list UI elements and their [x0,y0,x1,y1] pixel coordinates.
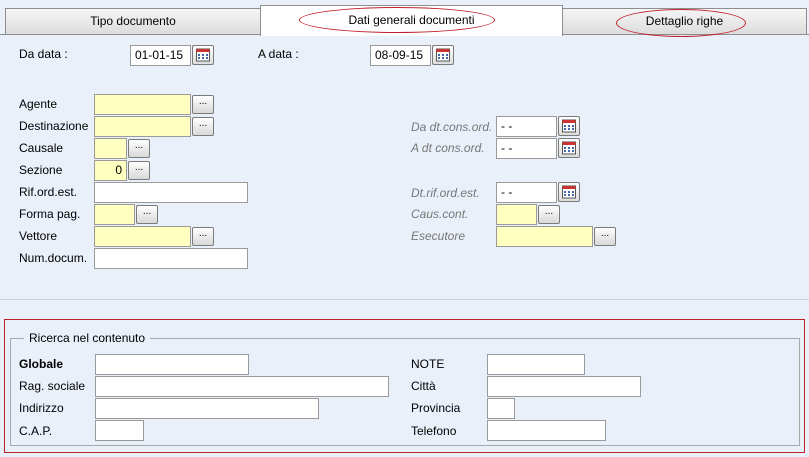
to-date-field[interactable]: 08-09-15 [370,45,431,66]
tab-divider [0,34,260,35]
cap-label: C.A.P. [19,424,53,438]
rif-ord-est-label: Rif.ord.est. [19,185,78,199]
causale-label: Causale [19,141,64,155]
section-divider [0,299,809,300]
dt-rif-ord-est-field[interactable]: - - [496,182,557,203]
provincia-field[interactable] [487,398,515,419]
note-label: NOTE [411,357,445,371]
destinazione-label: Destinazione [19,119,89,133]
from-date-label: Da data : [19,47,68,61]
agente-field[interactable] [94,94,191,115]
caus-cont-lookup-button[interactable]: ... [538,205,560,224]
forma-pag-lookup-button[interactable]: ... [136,205,158,224]
dt-rif-ord-est-calendar-button[interactable] [558,182,580,202]
destinazione-lookup-button[interactable]: ... [192,117,214,136]
causale-field[interactable] [94,138,127,159]
to-date-label: A data : [258,47,299,61]
esecutore-field[interactable] [496,226,593,247]
rag-sociale-label: Rag. sociale [19,379,86,393]
vettore-field[interactable] [94,226,191,247]
indirizzo-field[interactable] [95,398,319,419]
tab-tipo-documento[interactable]: Tipo documento [5,8,261,34]
sezione-field[interactable]: 0 [94,160,127,181]
forma-pag-field[interactable] [94,204,135,225]
citta-field[interactable] [487,376,641,397]
agente-label: Agente [19,97,58,111]
num-docum-field[interactable] [94,248,248,269]
da-dt-cons-ord-field[interactable]: - - [496,116,557,137]
telefono-label: Telefono [411,424,457,438]
da-dt-cons-ord-calendar-button[interactable] [558,116,580,136]
tab-dettaglio-righe[interactable]: Dettaglio righe [562,8,807,34]
a-dt-cons-ord-label: A dt cons.ord. [411,141,485,155]
vettore-label: Vettore [19,229,58,243]
rag-sociale-field[interactable] [95,376,389,397]
provincia-label: Provincia [411,401,461,415]
from-date-calendar-button[interactable] [192,45,214,65]
sezione-lookup-button[interactable]: ... [128,161,150,180]
dt-rif-ord-est-label: Dt.rif.ord.est. [411,186,480,200]
da-dt-cons-ord-label: Da dt.cons.ord. [411,120,493,134]
vettore-lookup-button[interactable]: ... [192,227,214,246]
globale-label: Globale [19,357,64,371]
caus-cont-label: Caus.cont. [411,207,469,221]
from-date-field[interactable]: 01-01-15 [130,45,191,66]
caus-cont-field[interactable] [496,204,537,225]
agente-lookup-button[interactable]: ... [192,95,214,114]
tab-divider [563,34,809,35]
globale-field[interactable] [95,354,249,375]
calendar-icon [562,185,576,199]
search-group-title: Ricerca nel contenuto [24,331,151,345]
indirizzo-label: Indirizzo [19,401,64,415]
tab-bar: Tipo documento Dati generali documenti D… [0,0,809,37]
forma-pag-label: Forma pag. [19,207,81,221]
causale-lookup-button[interactable]: ... [128,139,150,158]
cap-field[interactable] [95,420,144,441]
note-field[interactable] [487,354,585,375]
esecutore-label: Esecutore [411,229,466,243]
calendar-icon [436,48,450,62]
rif-ord-est-field[interactable] [94,182,248,203]
calendar-icon [562,119,576,133]
sezione-label: Sezione [19,163,63,177]
telefono-field[interactable] [487,420,606,441]
esecutore-lookup-button[interactable]: ... [594,227,616,246]
destinazione-field[interactable] [94,116,191,137]
num-docum-label: Num.docum. [19,251,88,265]
a-dt-cons-ord-field[interactable]: - - [496,138,557,159]
tab-dati-generali-documenti[interactable]: Dati generali documenti [260,5,563,36]
calendar-icon [562,141,576,155]
calendar-icon [196,48,210,62]
a-dt-cons-ord-calendar-button[interactable] [558,138,580,158]
to-date-calendar-button[interactable] [432,45,454,65]
citta-label: Città [411,379,436,393]
